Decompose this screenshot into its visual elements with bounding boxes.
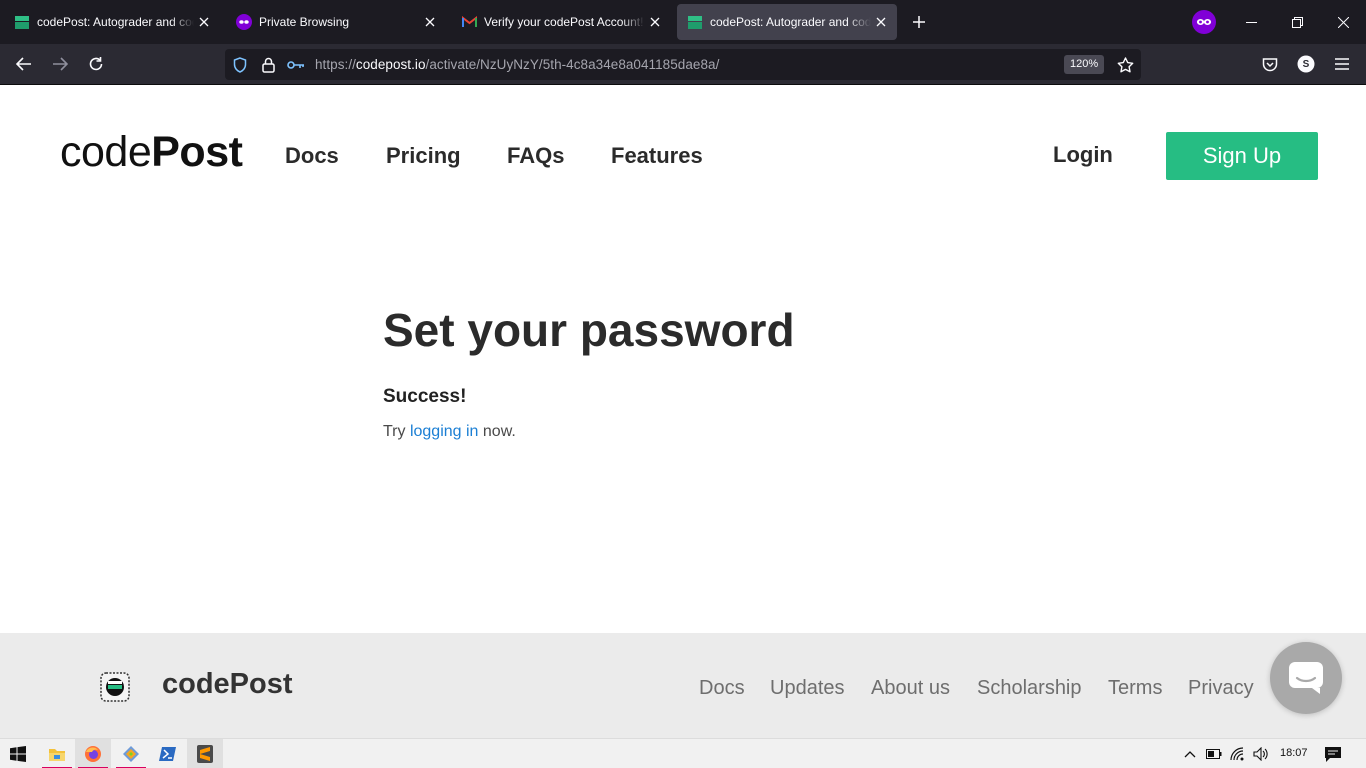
- browser-tab[interactable]: Verify your codePost Account! - Gmail: [451, 4, 671, 40]
- app-icon[interactable]: [113, 739, 149, 768]
- browser-tab[interactable]: codePost: Autograder and code review for…: [4, 4, 220, 40]
- zoom-level-badge[interactable]: 120%: [1064, 55, 1105, 74]
- tab-title: Private Browsing: [259, 15, 350, 29]
- powershell-icon[interactable]: [150, 739, 186, 768]
- logo-light: code: [60, 128, 152, 176]
- tab-title: codePost: Autograder and code review for…: [37, 15, 194, 29]
- lock-icon[interactable]: [259, 56, 277, 74]
- nav-link-faqs[interactable]: FAQs: [507, 143, 564, 169]
- firefox-icon[interactable]: [75, 739, 111, 768]
- new-tab-plus-icon[interactable]: [909, 12, 929, 32]
- codepost-favicon: [687, 14, 703, 30]
- prompt-text-after: now.: [478, 423, 516, 440]
- logging-in-link[interactable]: logging in: [410, 423, 479, 440]
- footer-link-docs[interactable]: Docs: [699, 677, 745, 700]
- address-bar[interactable]: https://codepost.io/activate/NzUyNzY/5th…: [225, 49, 1141, 80]
- footer: codePost Docs Updates About us Scholarsh…: [0, 633, 1366, 738]
- private-browsing-mask-icon: [236, 14, 252, 30]
- close-tab-icon[interactable]: [420, 12, 440, 32]
- success-message: Success!: [383, 386, 467, 407]
- footer-brand[interactable]: codePost: [162, 668, 293, 701]
- restore-window-icon[interactable]: [1287, 12, 1307, 32]
- url-scheme: https://: [315, 57, 356, 72]
- nav-link-features[interactable]: Features: [611, 143, 703, 169]
- battery-icon[interactable]: [1204, 744, 1224, 764]
- url-text[interactable]: https://codepost.io/activate/NzUyNzY/5th…: [315, 57, 719, 72]
- back-arrow-icon[interactable]: [13, 53, 35, 75]
- account-initial: S: [1302, 58, 1310, 70]
- notification-center-icon[interactable]: [1323, 744, 1343, 764]
- hamburger-menu-icon[interactable]: [1331, 53, 1353, 75]
- gmail-icon: [461, 14, 477, 30]
- url-path: /activate/NzUyNzY/5th-4c8a34e8a041185dae…: [425, 57, 720, 72]
- chat-launcher-button[interactable]: [1270, 642, 1342, 714]
- browser-toolbar: https://codepost.io/activate/NzUyNzY/5th…: [0, 44, 1366, 85]
- pocket-icon[interactable]: [1259, 53, 1281, 75]
- footer-link-terms[interactable]: Terms: [1108, 677, 1162, 700]
- signup-button[interactable]: Sign Up: [1166, 132, 1318, 180]
- volume-icon[interactable]: [1251, 744, 1271, 764]
- account-avatar-icon[interactable]: S: [1295, 53, 1317, 75]
- minimize-window-icon[interactable]: [1241, 12, 1261, 32]
- forward-arrow-icon[interactable]: [49, 53, 71, 75]
- close-window-icon[interactable]: [1333, 12, 1353, 32]
- show-hidden-icons-chevron-icon[interactable]: [1180, 744, 1200, 764]
- close-tab-icon[interactable]: [871, 12, 891, 32]
- key-icon[interactable]: [287, 56, 305, 74]
- tab-title: codePost: Autograder and code review for…: [710, 15, 871, 29]
- wifi-icon[interactable]: [1228, 744, 1248, 764]
- sublime-text-icon[interactable]: [187, 739, 223, 768]
- prompt-text-before: Try: [383, 423, 410, 440]
- tab-title: Verify your codePost Account! - Gmail: [484, 15, 645, 29]
- close-tab-icon[interactable]: [645, 12, 665, 32]
- file-explorer-icon[interactable]: [39, 739, 75, 768]
- footer-link-updates[interactable]: Updates: [770, 677, 845, 700]
- footer-link-about-us[interactable]: About us: [871, 677, 950, 700]
- url-domain: codepost.io: [355, 57, 426, 72]
- page-title: Set your password: [383, 304, 795, 356]
- nav-link-docs[interactable]: Docs: [285, 143, 339, 169]
- private-browsing-indicator-icon: [1192, 10, 1216, 34]
- codepost-logo[interactable]: codePost: [60, 128, 243, 177]
- start-icon[interactable]: [0, 739, 36, 768]
- system-clock[interactable]: 18:07: [1280, 747, 1308, 759]
- browser-tab-active[interactable]: codePost: Autograder and code review for…: [677, 4, 897, 40]
- browser-tab-strip: codePost: Autograder and code review for…: [0, 0, 1366, 44]
- footer-link-privacy[interactable]: Privacy: [1188, 677, 1254, 700]
- close-tab-icon[interactable]: [194, 12, 214, 32]
- login-prompt: Try logging in now.: [383, 423, 516, 441]
- logo-bold: Post: [151, 128, 243, 176]
- browser-tab[interactable]: Private Browsing: [226, 4, 446, 40]
- codepost-logo-icon: [100, 672, 130, 702]
- footer-link-scholarship[interactable]: Scholarship: [977, 677, 1082, 700]
- windows-taskbar: 18:07: [0, 738, 1366, 768]
- reload-icon[interactable]: [85, 53, 107, 75]
- nav-link-pricing[interactable]: Pricing: [386, 143, 461, 169]
- codepost-favicon: [14, 14, 30, 30]
- login-link[interactable]: Login: [1053, 142, 1113, 168]
- tracking-protection-shield-icon[interactable]: [231, 56, 249, 74]
- bookmark-star-icon[interactable]: [1115, 55, 1135, 75]
- chat-bubble-icon: [1289, 662, 1323, 694]
